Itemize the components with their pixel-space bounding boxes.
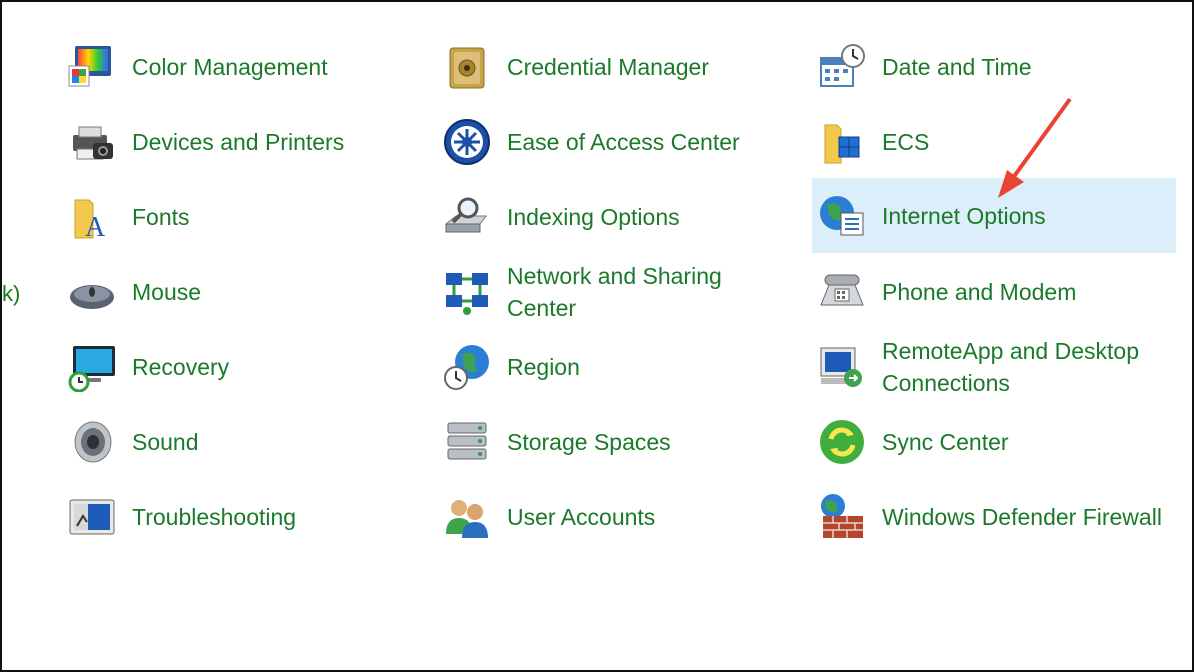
item-label: Network and Sharing Center (507, 263, 722, 321)
credential-manager-icon (441, 41, 493, 93)
item-label: Sound (132, 429, 199, 455)
storage-spaces-icon (441, 416, 493, 468)
color-management-icon (66, 41, 118, 93)
item-label: Internet Options (882, 202, 1046, 229)
ease-of-access-icon (441, 116, 493, 168)
svg-text:A: A (85, 212, 106, 242)
item-label: Mouse (132, 279, 202, 305)
troubleshooting-icon (66, 491, 118, 543)
item-sync-center[interactable]: Sync Center (816, 405, 1180, 479)
item-label: Date and Time (882, 54, 1032, 80)
item-internet-options[interactable]: Internet Options (812, 178, 1176, 253)
item-phone-modem[interactable]: Phone and Modem (816, 255, 1180, 329)
item-label: Color Management (132, 54, 328, 80)
item-label: Fonts (132, 204, 190, 230)
item-firewall[interactable]: Windows Defender Firewall (816, 480, 1180, 554)
network-sharing-icon (441, 266, 493, 318)
item-troubleshooting[interactable]: Troubleshooting (66, 480, 430, 554)
control-panel-window: k) Color Management Devices and Printers… (0, 0, 1194, 672)
devices-printers-icon (66, 116, 118, 168)
item-indexing-options[interactable]: Indexing Options (441, 180, 805, 254)
mouse-icon (66, 266, 118, 318)
item-label: ECS (882, 129, 930, 155)
item-label: Phone and Modem (882, 279, 1077, 305)
user-accounts-icon (441, 491, 493, 543)
item-ecs[interactable]: ECS (816, 105, 1180, 179)
item-recovery[interactable]: Recovery (66, 330, 430, 404)
item-storage-spaces[interactable]: Storage Spaces (441, 405, 805, 479)
date-time-icon (816, 41, 868, 93)
region-icon (441, 341, 493, 393)
item-devices-printers[interactable]: Devices and Printers (66, 105, 430, 179)
item-credential-manager[interactable]: Credential Manager (441, 30, 805, 104)
item-remoteapp[interactable]: RemoteApp and Desktop Connections (816, 330, 1180, 404)
item-label: RemoteApp and Desktop Connections (882, 338, 1139, 396)
item-color-management[interactable]: Color Management (66, 30, 430, 104)
item-date-time[interactable]: Date and Time (816, 30, 1180, 104)
recovery-icon (66, 341, 118, 393)
sync-center-icon (816, 416, 868, 468)
item-user-accounts[interactable]: User Accounts (441, 480, 805, 554)
item-label: Region (507, 354, 580, 380)
sound-icon (66, 416, 118, 468)
item-label: Sync Center (882, 429, 1009, 455)
item-label: Storage Spaces (507, 429, 671, 455)
ecs-folder-icon (816, 116, 868, 168)
item-ease-of-access[interactable]: Ease of Access Center (441, 105, 805, 179)
internet-options-icon (816, 190, 868, 242)
item-mouse[interactable]: Mouse (66, 255, 430, 329)
item-label: Recovery (132, 354, 230, 380)
clipped-label: k) (2, 281, 21, 306)
item-label: Credential Manager (507, 54, 710, 80)
item-network-sharing[interactable]: Network and Sharing Center (441, 255, 805, 329)
item-label: Ease of Access Center (507, 129, 740, 155)
remoteapp-icon (816, 341, 868, 393)
item-label: Indexing Options (507, 204, 680, 230)
item-label: Windows Defender Firewall (882, 504, 1162, 530)
firewall-icon (816, 491, 868, 543)
item-fonts[interactable]: A Fonts (66, 180, 430, 254)
item-region[interactable]: Region (441, 330, 805, 404)
indexing-options-icon (441, 191, 493, 243)
item-label: User Accounts (507, 504, 656, 530)
fonts-icon: A (66, 191, 118, 243)
item-label: Troubleshooting (132, 504, 297, 530)
phone-modem-icon (816, 266, 868, 318)
item-sound[interactable]: Sound (66, 405, 430, 479)
item-label: Devices and Printers (132, 129, 345, 155)
